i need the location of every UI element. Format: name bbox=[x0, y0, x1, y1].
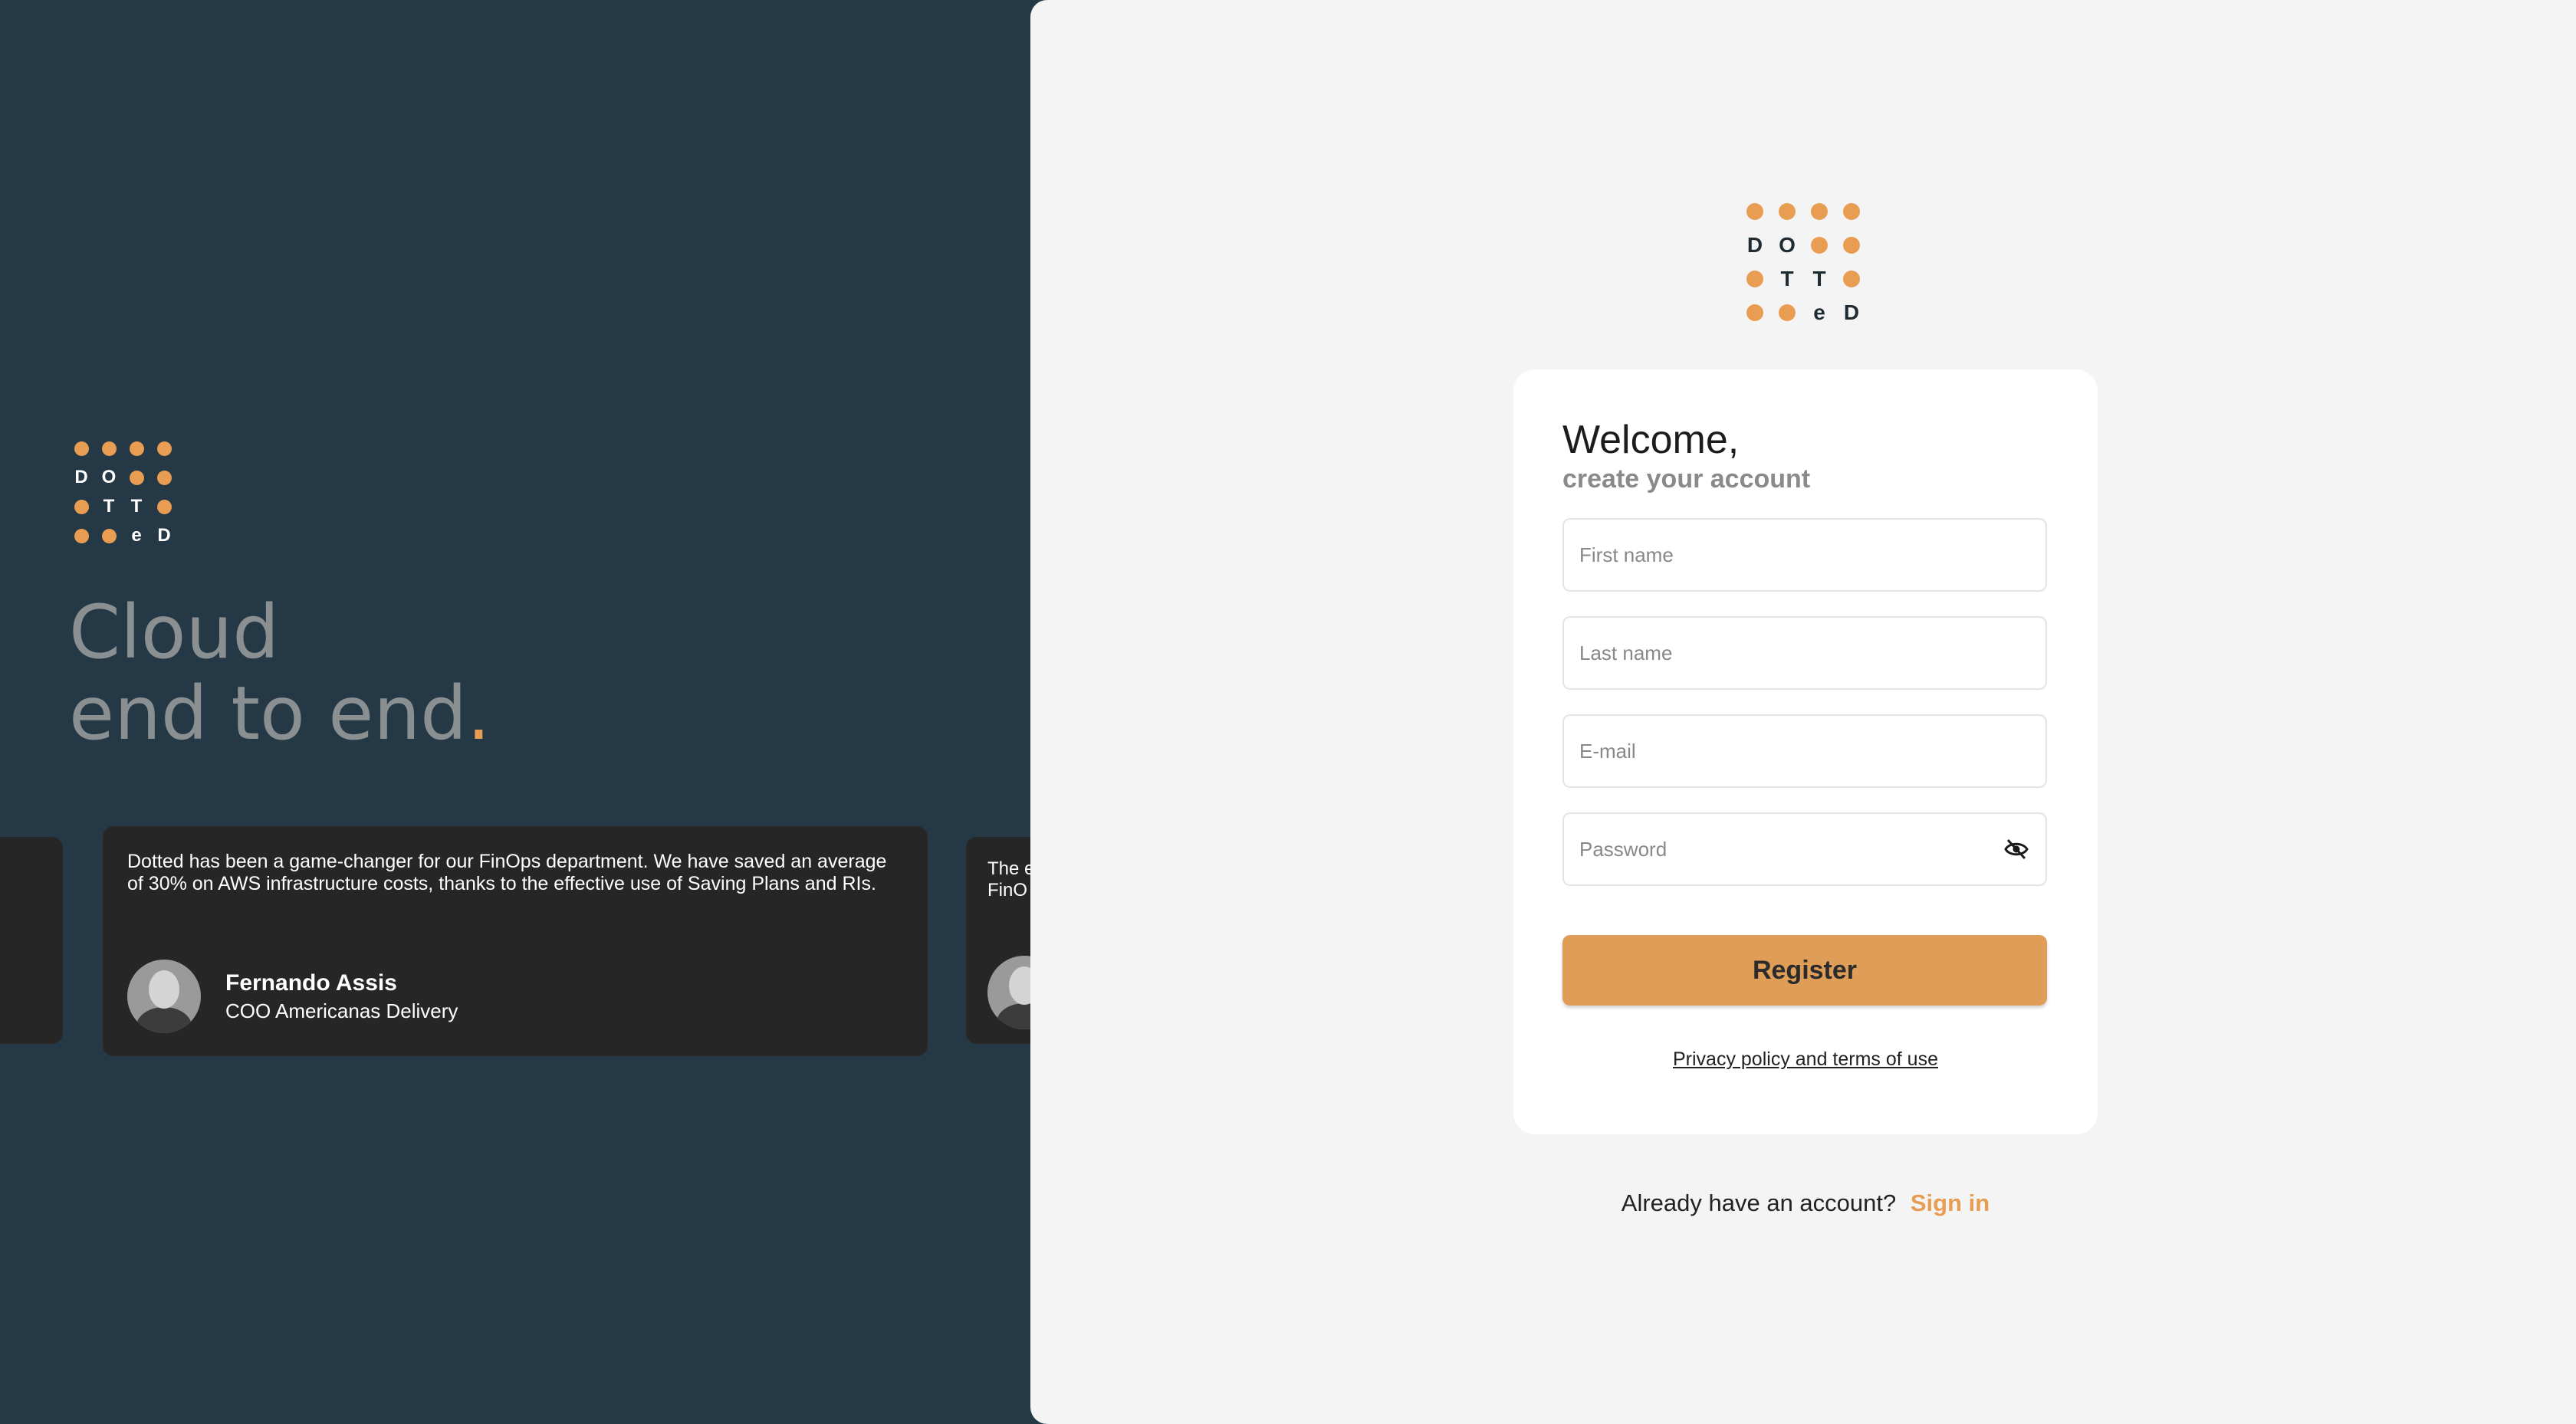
logo-dot bbox=[1771, 195, 1803, 228]
register-button[interactable]: Register bbox=[1562, 935, 2047, 1006]
tagline-line-2-text: end to end bbox=[69, 671, 468, 756]
logo-letter: D bbox=[157, 525, 171, 546]
marketing-panel: DOTTeD Cloud end to end. Dotted has been… bbox=[0, 0, 1030, 1424]
author-name: Fernando Assis bbox=[225, 970, 397, 996]
logo-dot bbox=[1835, 228, 1868, 262]
logo-dot bbox=[1835, 262, 1868, 296]
logo-dot bbox=[1771, 296, 1803, 330]
next-quote-line-2: FinO bbox=[987, 880, 1028, 901]
logo-dot bbox=[150, 463, 178, 492]
dotted-logo: DOTTeD bbox=[67, 434, 178, 550]
logo-dot-mark bbox=[1779, 304, 1796, 321]
privacy-policy-link[interactable]: Privacy policy and terms of use bbox=[1513, 1048, 2098, 1071]
logo-dot bbox=[1803, 195, 1835, 228]
hero-tagline: Cloud end to end. bbox=[69, 592, 491, 754]
logo-dot-mark bbox=[101, 528, 117, 543]
logo-dot-mark bbox=[74, 441, 89, 456]
logo-dot bbox=[1739, 262, 1771, 296]
register-card: Welcome, create your account Register Pr… bbox=[1513, 369, 2098, 1134]
next-quote-line-1: The e bbox=[987, 858, 1030, 879]
logo-letter: D bbox=[1843, 300, 1860, 324]
logo-dot bbox=[1739, 195, 1771, 228]
logo-letter: T bbox=[1812, 267, 1826, 290]
email-field bbox=[1562, 714, 2047, 788]
logo-dot-mark bbox=[101, 441, 117, 456]
signin-link[interactable]: Sign in bbox=[1911, 1189, 1990, 1216]
logo-dot bbox=[67, 434, 95, 463]
logo-dot-mark bbox=[1811, 203, 1828, 220]
logo-letter: T bbox=[103, 496, 115, 517]
logo-dot bbox=[67, 492, 95, 521]
logo-dot-mark bbox=[1843, 271, 1860, 287]
logo-dot bbox=[150, 434, 178, 463]
logo-dot-mark bbox=[156, 441, 172, 456]
testimonial-quote: Dotted has been a game-changer for our F… bbox=[127, 851, 887, 894]
tagline-line-1: Cloud bbox=[69, 589, 280, 675]
email-input[interactable] bbox=[1564, 716, 2045, 786]
logo-dot bbox=[123, 463, 150, 492]
logo-dot bbox=[1803, 228, 1835, 262]
create-account-subtitle: create your account bbox=[1562, 464, 1811, 494]
logo-dot-mark bbox=[156, 470, 172, 485]
logo-dot bbox=[123, 434, 150, 463]
logo-dot-mark bbox=[156, 499, 172, 514]
logo-letter: T bbox=[130, 496, 143, 517]
logo-dot-mark bbox=[1843, 237, 1860, 254]
logo-dot-mark bbox=[129, 441, 144, 456]
logo-letter: e bbox=[131, 525, 142, 546]
logo-dot bbox=[1739, 296, 1771, 330]
logo-letter: D bbox=[1746, 233, 1763, 257]
logo-dot-mark bbox=[1811, 237, 1828, 254]
avatar bbox=[987, 956, 1030, 1029]
logo-letter: e bbox=[1813, 300, 1825, 324]
logo-dot-mark bbox=[1746, 203, 1763, 220]
eye-off-icon[interactable] bbox=[2004, 838, 2029, 860]
signin-question: Already have an account? bbox=[1621, 1189, 1897, 1216]
password-input[interactable] bbox=[1564, 814, 2045, 884]
logo-dot bbox=[95, 434, 123, 463]
testimonial-author: Fernando Assis COO Americanas Delivery bbox=[127, 960, 458, 1033]
logo-dot bbox=[1835, 195, 1868, 228]
logo-dot-mark bbox=[74, 499, 89, 514]
logo-letter: O bbox=[101, 467, 117, 487]
logo-dot-mark bbox=[1746, 271, 1763, 287]
password-field bbox=[1562, 812, 2047, 886]
logo-dot-mark bbox=[1779, 203, 1796, 220]
author-role: COO Americanas Delivery bbox=[225, 999, 458, 1022]
logo-dot bbox=[150, 492, 178, 521]
logo-dot-mark bbox=[1746, 304, 1763, 321]
testimonial-card-next[interactable]: The e FinO bbox=[966, 837, 1030, 1044]
testimonial-card: Dotted has been a game-changer for our F… bbox=[103, 826, 928, 1056]
tagline-line-2: end to end. bbox=[69, 673, 491, 754]
logo-letter: D bbox=[74, 467, 88, 487]
last-name-input[interactable] bbox=[1564, 618, 2045, 688]
last-name-field bbox=[1562, 616, 2047, 690]
signin-prompt: Already have an account? Sign in bbox=[1030, 1189, 2576, 1217]
logo-letter: O bbox=[1779, 233, 1796, 257]
testimonial-card-previous[interactable] bbox=[0, 837, 63, 1044]
first-name-field bbox=[1562, 518, 2047, 592]
register-panel: DOTTeD Welcome, create your account Regi… bbox=[1030, 0, 2576, 1424]
logo-letter: T bbox=[1780, 267, 1794, 290]
logo-dot bbox=[95, 521, 123, 550]
logo-dot-mark bbox=[74, 528, 89, 543]
logo-dot-mark bbox=[1843, 203, 1860, 220]
welcome-heading: Welcome, bbox=[1562, 418, 1740, 462]
dotted-logo: DOTTeD bbox=[1739, 195, 1868, 330]
logo-dot-mark bbox=[129, 470, 144, 485]
avatar bbox=[127, 960, 201, 1033]
accent-period: . bbox=[467, 671, 491, 756]
first-name-input[interactable] bbox=[1564, 520, 2045, 590]
logo-dot bbox=[67, 521, 95, 550]
